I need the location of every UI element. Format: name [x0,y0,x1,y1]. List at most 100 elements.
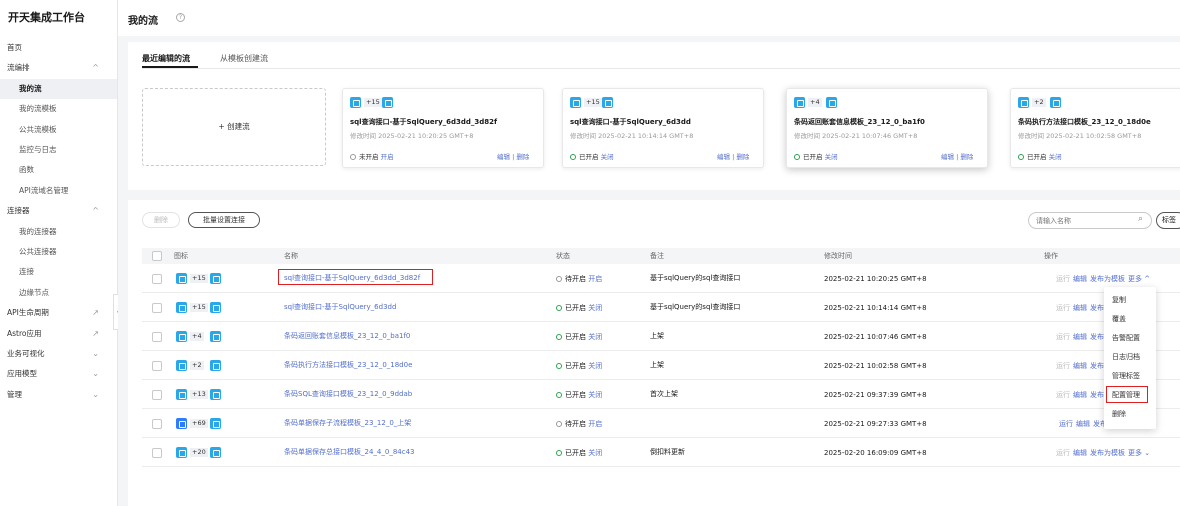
sidebar-item[interactable]: API生命周期 ↗ [0,303,117,323]
sidebar-item[interactable]: 连接器 ^ [0,201,117,221]
more-menu-item[interactable]: 复制 [1104,291,1156,310]
sidebar-item[interactable]: 我的流模板 [0,99,117,119]
row-action-1[interactable]: 编辑 [1076,420,1090,428]
row-action-1[interactable]: 编辑 [1073,333,1087,341]
row-action-1[interactable]: 编辑 [1073,449,1087,457]
card-edit-delete[interactable]: 编辑 | 删除 [941,151,973,161]
row-action-2[interactable]: 发布为模板 [1090,449,1125,457]
sidebar-item[interactable]: Astro应用 ↗ [0,324,117,344]
toggle-link[interactable]: 关闭 [588,449,602,457]
row-checkbox[interactable] [152,332,162,342]
sidebar-item[interactable]: 公共流模板 [0,120,117,140]
recent-flow-card[interactable]: +15 sql查询接口-基于SqlQuery_6d3dd 修改时间 2025-02-… [562,88,764,168]
card-edit-delete[interactable]: 编辑 | 删除 [717,151,749,161]
tag-filter-button[interactable]: 标签 [1156,212,1180,229]
row-action-2[interactable]: 发布 [1090,362,1104,370]
sidebar-item[interactable]: API流域名管理 [0,181,117,201]
sidebar-item[interactable]: 管理 ⌄ [0,385,117,405]
card-edit-delete[interactable]: 编辑 | 删除 [497,151,529,161]
select-all-checkbox[interactable] [152,251,162,261]
row-checkbox[interactable] [152,303,162,313]
row-action-2[interactable]: 发布 [1090,333,1104,341]
row-action-1[interactable]: 编辑 [1073,275,1087,283]
sidebar: 开天集成工作台 首页 流编排 ^ 我的流 我的流模板 公共流模板 监控与日志 函数 API流域名… [0,0,118,506]
flow-name-link[interactable]: 条码SQL查询接口模板_23_12_0_9ddab [284,389,412,399]
recent-flow-card[interactable]: +2 条码执行方法接口模板_23_12_0_18d0e 修改时间 2025-02-2… [1010,88,1180,168]
flow-name-link[interactable]: 条码单据保存总接口模板_24_4_0_84c43 [284,447,414,457]
row-action-2[interactable]: 发布为模板 [1090,275,1125,283]
batch-set-connection-button[interactable]: 批量设置连接 [188,212,260,228]
row-action-0[interactable]: 运行 [1056,333,1070,341]
recent-flow-card[interactable]: +15 sql查询接口-基于SqlQuery_6d3dd_3d82f 修改时间 20… [342,88,544,168]
sidebar-item[interactable]: 监控与日志 [0,140,117,160]
row-action-0[interactable]: 运行 [1059,420,1073,428]
help-icon[interactable]: ? [176,13,185,22]
create-flow-button[interactable]: + 创建流 [142,88,326,166]
status-text: 未开启 [359,153,379,161]
row-action-1[interactable]: 编辑 [1073,304,1087,312]
toggle-link[interactable]: 关闭 [588,333,602,341]
flow-modified-time: 2025-02-21 10:07:46 GMT+8 [824,333,927,341]
row-checkbox[interactable] [152,390,162,400]
sidebar-item[interactable]: 首页 [0,38,117,58]
sidebar-item[interactable]: 连接 [0,262,117,282]
flow-remark: 首次上架 [650,390,678,398]
connector-icon [210,360,221,371]
row-action-3[interactable]: 更多 ^ [1128,275,1150,283]
sidebar-item-label: API生命周期 [7,308,49,318]
row-action-0[interactable]: 运行 [1056,304,1070,312]
more-menu-item[interactable]: 管理标签 [1104,367,1156,386]
toggle-link[interactable]: 关闭 [588,391,602,399]
status-text: 已开启 [579,153,599,161]
sidebar-item[interactable]: 我的连接器 [0,222,117,242]
table-row: +2 条码执行方法接口模板_23_12_0_18d0e 已开启 关闭 上架 2025-0… [142,351,1180,380]
more-menu-item[interactable]: 删除 [1104,405,1156,424]
row-action-0[interactable]: 运行 [1056,362,1070,370]
row-checkbox[interactable] [152,448,162,458]
more-menu-item[interactable]: 覆盖 [1104,310,1156,329]
row-checkbox[interactable] [152,274,162,284]
flow-name-link[interactable]: sql查询接口-基于SqlQuery_6d3dd [284,302,396,312]
toggle-link[interactable]: 关闭 [825,153,838,161]
sidebar-item[interactable]: 函数 [0,160,117,180]
col-icon: 图标 [174,252,188,260]
tab-recent[interactable]: 最近编辑的流 [142,53,190,64]
more-menu-item[interactable]: 日志归档 [1104,348,1156,367]
row-action-3[interactable]: 更多 ⌄ [1128,449,1150,457]
sidebar-item[interactable]: 业务可视化 ⌄ [0,344,117,364]
row-action-1[interactable]: 编辑 [1073,391,1087,399]
row-checkbox[interactable] [152,361,162,371]
row-action-0[interactable]: 运行 [1056,391,1070,399]
more-menu-item[interactable]: 告警配置 [1104,329,1156,348]
toggle-link[interactable]: 关闭 [588,362,602,370]
sidebar-item[interactable]: 边缘节点 [0,283,117,303]
sidebar-item[interactable]: 应用模型 ⌄ [0,364,117,384]
row-action-2[interactable]: 发布 [1090,304,1104,312]
col-remark: 备注 [650,252,664,260]
toggle-link[interactable]: 关闭 [1049,153,1062,161]
recent-flow-card[interactable]: +4 条码返回账套信息模板_23_12_0_ba1f0 修改时间 2025-02-2… [786,88,988,168]
flow-name-link[interactable]: 条码执行方法接口模板_23_12_0_18d0e [284,360,412,370]
flow-name-link[interactable]: 条码单据保存子流程模板_23_12_0_上架 [284,418,411,428]
tab-divider [142,68,1180,69]
row-action-0[interactable]: 运行 [1056,275,1070,283]
sidebar-item-label: 公共连接器 [19,247,57,256]
sidebar-item[interactable]: 公共连接器 [0,242,117,262]
search-input[interactable] [1028,212,1152,229]
flow-name-link[interactable]: 条码返回账套信息模板_23_12_0_ba1f0 [284,331,410,341]
toggle-link[interactable]: 关闭 [601,153,614,161]
row-action-1[interactable]: 编辑 [1073,362,1087,370]
toggle-link[interactable]: 开启 [588,420,602,428]
toggle-link[interactable]: 开启 [588,275,602,283]
row-checkbox[interactable] [152,419,162,429]
delete-button[interactable]: 删除 [142,212,180,228]
toggle-link[interactable]: 关闭 [588,304,602,312]
sidebar-item[interactable]: 流编排 ^ [0,58,117,78]
connector-count: +2 [1032,98,1046,107]
row-action-2[interactable]: 发布 [1090,391,1104,399]
search-icon[interactable]: ⌕ [1138,214,1143,224]
tab-from-template[interactable]: 从模板创建流 [220,53,268,64]
sidebar-item[interactable]: 我的流 [0,78,117,99]
toggle-link[interactable]: 开启 [381,153,394,161]
row-action-0[interactable]: 运行 [1056,449,1070,457]
